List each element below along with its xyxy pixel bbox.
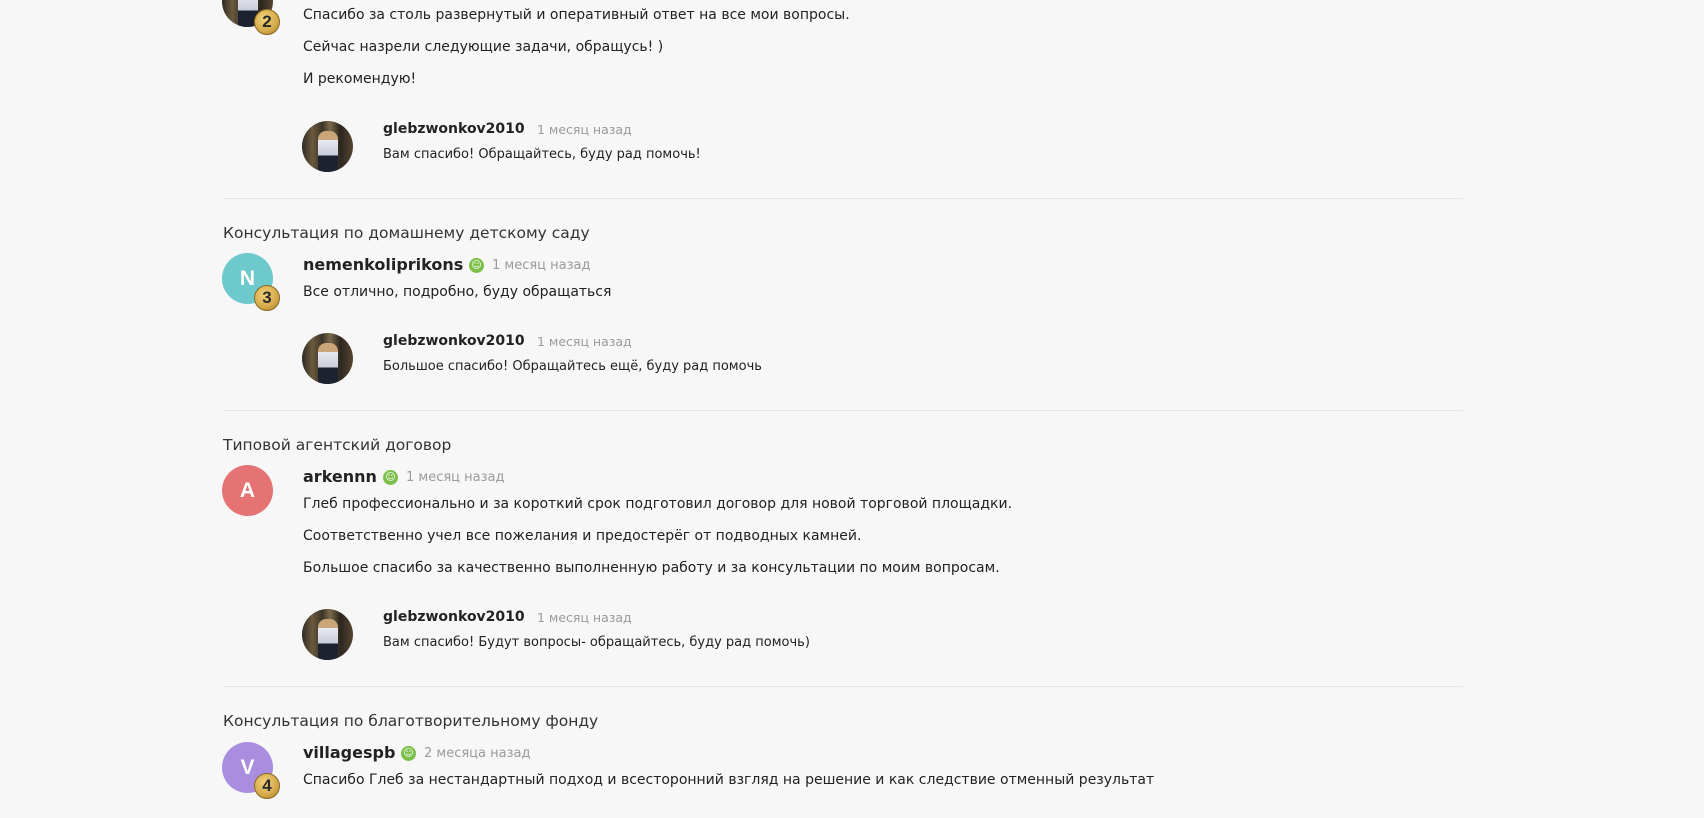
level-badge: 2 [254,9,280,35]
positive-review-icon: ☺ [469,258,484,273]
review-time: 1 месяц назад [406,470,505,485]
divider [223,686,1463,687]
reply-text: Большое спасибо! Обращайтесь ещё, буду р… [383,359,762,374]
reply-text: Вам спасибо! Будут вопросы- обращайтесь,… [383,635,810,650]
level-badge: 3 [254,285,280,311]
reply-text: Вам спасибо! Обращайтесь, буду рад помоч… [383,147,701,162]
review-topic[interactable]: Консультация по домашнему детскому саду [223,224,590,242]
review-text: Соответственно учел все пожелания и пред… [303,528,862,544]
review-text: Спасибо за столь развернутый и оперативн… [303,7,850,23]
reviewer-username[interactable]: villagespb [303,743,395,762]
review-text: И рекомендую! [303,71,417,87]
reviewer-username[interactable]: arkennn [303,467,377,486]
reviewer-username[interactable]: nemenkoliprikons [303,255,463,274]
reply-time: 1 месяц назад [537,334,632,349]
review-text: Все отлично, подробно, буду обращаться [303,284,612,300]
positive-review-icon: ☺ [401,746,416,761]
seller-avatar[interactable] [302,121,353,172]
reply-username[interactable]: glebzwonkov2010 [383,121,525,137]
review-text: Спасибо Глеб за нестандартный подход и в… [303,772,1155,788]
divider [223,198,1463,199]
review-topic[interactable]: Консультация по благотворительному фонду [223,712,598,730]
review-time: 1 месяц назад [492,258,591,273]
review-text: Сейчас назрели следующие задачи, обращус… [303,39,664,55]
review-time: 2 месяца назад [424,746,531,761]
review-text: Большое спасибо за качественно выполненн… [303,560,1000,576]
reply-username[interactable]: glebzwonkov2010 [383,333,525,349]
reply-time: 1 месяц назад [537,122,632,137]
level-badge: 4 [254,773,280,799]
positive-review-icon: ☺ [383,470,398,485]
reply-username[interactable]: glebzwonkov2010 [383,609,525,625]
seller-avatar[interactable] [302,333,353,384]
divider [223,410,1463,411]
review-topic[interactable]: Типовой агентский договор [223,436,451,454]
reply-time: 1 месяц назад [537,610,632,625]
review-text: Глеб профессионально и за короткий срок … [303,496,1013,512]
reviewer-avatar[interactable]: A [222,465,273,516]
seller-avatar[interactable] [302,609,353,660]
